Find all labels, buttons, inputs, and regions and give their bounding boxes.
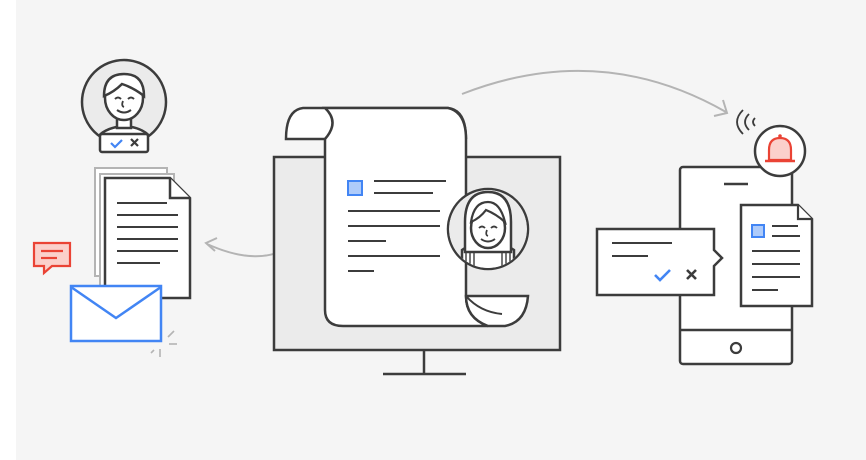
illustration-panel bbox=[16, 0, 866, 460]
phone-document-icon bbox=[739, 203, 814, 308]
document-stack-icon bbox=[94, 167, 192, 300]
illustration-canvas bbox=[0, 0, 866, 460]
approval-dialog bbox=[595, 227, 724, 297]
bell-icon bbox=[753, 124, 807, 178]
approve-reject-badge bbox=[98, 132, 150, 154]
envelope-icon bbox=[69, 284, 163, 343]
